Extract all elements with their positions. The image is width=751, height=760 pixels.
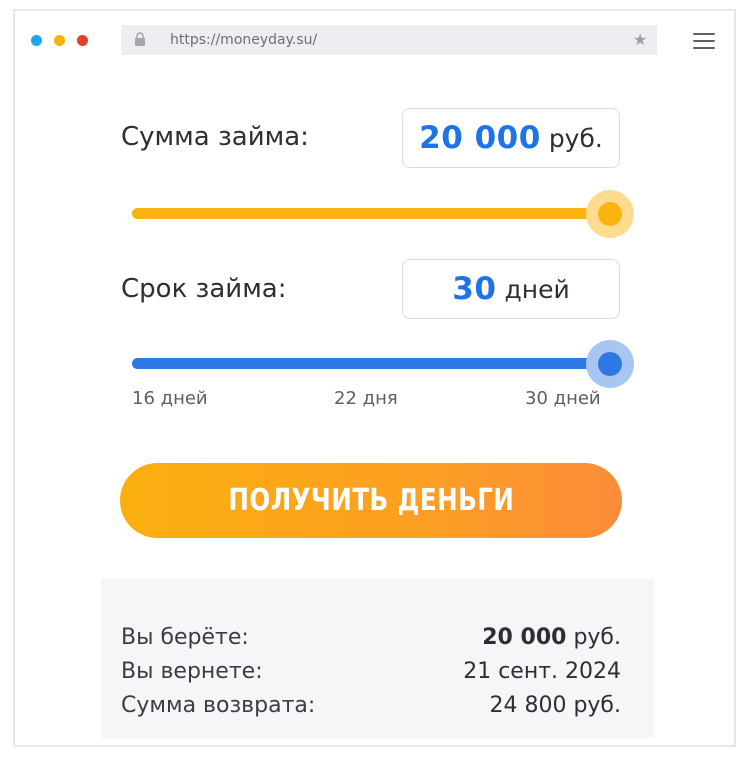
amount-slider-knob[interactable] <box>598 202 622 226</box>
amount-value: 20 000 <box>419 120 541 156</box>
term-unit: дней <box>504 274 570 304</box>
summary-return-date-label: Вы вернете: <box>121 659 263 684</box>
loan-summary: Вы берёте: 20 000 руб. Вы вернете: 21 се… <box>101 579 654 738</box>
term-tick-max: 30 дней <box>525 388 601 409</box>
get-money-button-label: ПОЛУЧИТЬ ДЕНЬГИ <box>228 483 514 518</box>
summary-borrow-value: 20 000 руб. <box>482 625 621 650</box>
summary-borrow-amount: 20 000 <box>482 625 567 650</box>
term-slider-knob[interactable] <box>598 352 622 376</box>
summary-return-sum-label: Сумма возврата: <box>121 693 316 718</box>
term-label: Срок займа: <box>121 274 287 304</box>
amount-unit: руб. <box>548 123 603 153</box>
term-slider-track[interactable] <box>132 358 610 369</box>
term-value-box[interactable]: 30 дней <box>402 259 620 319</box>
term-tick-mid: 22 дня <box>334 388 398 409</box>
window-dot-red <box>77 35 88 46</box>
term-tick-min: 16 дней <box>132 388 208 409</box>
amount-label: Сумма займа: <box>121 122 309 152</box>
window-dot-yellow <box>54 35 65 46</box>
lock-icon <box>135 32 145 46</box>
menu-icon[interactable] <box>693 33 715 49</box>
get-money-button[interactable]: ПОЛУЧИТЬ ДЕНЬГИ <box>120 463 622 538</box>
amount-slider-track[interactable] <box>132 208 610 219</box>
summary-borrow-label: Вы берёте: <box>121 625 249 650</box>
url-text[interactable]: https://moneyday.su/ <box>170 32 317 48</box>
window-dot-blue <box>31 35 42 46</box>
summary-return-sum-value: 24 800 руб. <box>489 693 621 718</box>
bookmark-star-icon[interactable]: ★ <box>633 30 647 49</box>
term-value: 30 <box>452 271 497 307</box>
summary-borrow-unit: руб. <box>566 625 621 650</box>
amount-value-box[interactable]: 20 000 руб. <box>402 108 620 168</box>
summary-return-date-value: 21 сент. 2024 <box>463 659 621 684</box>
